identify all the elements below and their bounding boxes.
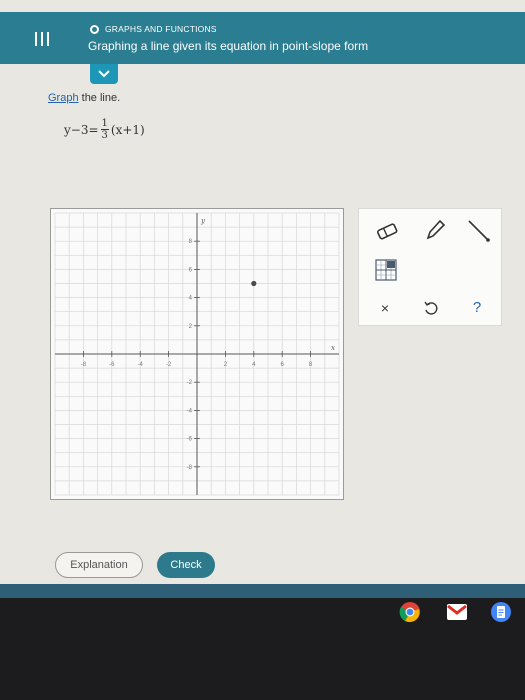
pencil-icon [426, 219, 446, 240]
help-button[interactable]: ? [465, 295, 489, 319]
instruction-text: the line. [78, 92, 121, 104]
grid-toggle-icon [375, 259, 397, 281]
x-tick-label: -4 [138, 362, 144, 368]
graph-canvas[interactable]: -8 -6 -4 -2 2 4 6 8 8 6 4 2 -2 -4 -6 -8 x y [50, 208, 344, 500]
y-tick-label: 4 [189, 296, 193, 302]
equation: y−3= 1 3 (x+1) [64, 118, 145, 141]
page-title: Graphing a line given its equation in po… [88, 39, 369, 53]
y-tick-label: -2 [187, 380, 193, 386]
x-tick-label: -8 [81, 362, 87, 368]
eraser-tool[interactable] [371, 217, 403, 245]
y-tick-label: -4 [187, 408, 193, 414]
clear-button[interactable]: × [373, 297, 397, 319]
gmail-icon [447, 604, 467, 620]
undo-button[interactable] [419, 297, 443, 319]
screen: GRAPHS AND FUNCTIONS Graphing a line giv… [0, 0, 525, 598]
x-tick-label: -2 [166, 362, 172, 368]
slope-fraction: 1 3 [100, 118, 109, 141]
y-tick-label: 8 [189, 239, 193, 245]
x-tick-label: 2 [224, 362, 228, 368]
x-tick-label: 6 [281, 362, 285, 368]
line-tool[interactable] [463, 215, 495, 247]
y-tick-label: -8 [187, 465, 193, 471]
gmail-app[interactable] [444, 600, 470, 624]
undo-icon [424, 301, 438, 315]
x-tick-label: -6 [109, 362, 115, 368]
check-button[interactable]: Check [157, 552, 215, 578]
collapse-toggle[interactable] [90, 64, 118, 84]
chevron-down-icon [98, 70, 110, 78]
y-axis-label: y [200, 217, 206, 225]
taskbar-strip [0, 584, 525, 598]
chrome-icon [399, 602, 420, 623]
instruction: Graph the line. [48, 92, 120, 104]
docs-app[interactable] [488, 600, 514, 624]
x-tick-label: 8 [309, 362, 313, 368]
line-tool-icon [468, 220, 490, 242]
y-tick-label: 2 [189, 324, 193, 330]
pencil-tool[interactable] [419, 215, 451, 245]
plotted-point [251, 280, 257, 287]
progress-circle-icon [90, 24, 99, 34]
x-axis-label: x [331, 344, 335, 352]
topic-row: GRAPHS AND FUNCTIONS [90, 24, 217, 34]
explanation-button[interactable]: Explanation [55, 552, 143, 578]
graph-toolbar: × ? [358, 208, 502, 326]
graph-help-link[interactable]: Graph [48, 92, 79, 104]
eraser-icon [377, 223, 398, 240]
menu-button[interactable] [22, 22, 62, 56]
coordinate-grid[interactable]: -8 -6 -4 -2 2 4 6 8 8 6 4 2 -2 -4 -6 -8 x y [51, 209, 343, 499]
y-tick-label: 6 [189, 267, 193, 273]
fraction-numerator: 1 [100, 118, 109, 130]
y-tick-label: -6 [187, 437, 193, 443]
menu-icon [35, 32, 49, 46]
equation-rhs: (x+1) [110, 122, 145, 137]
topic-label: GRAPHS AND FUNCTIONS [105, 24, 217, 34]
x-tick-label: 4 [252, 362, 256, 368]
fraction-denominator: 3 [101, 130, 108, 141]
app-header: GRAPHS AND FUNCTIONS Graphing a line giv… [0, 12, 525, 64]
equation-lhs: y−3= [64, 122, 99, 137]
chrome-app[interactable] [398, 600, 422, 624]
grid-toggle-tool[interactable] [373, 257, 399, 283]
docs-icon [491, 602, 511, 622]
